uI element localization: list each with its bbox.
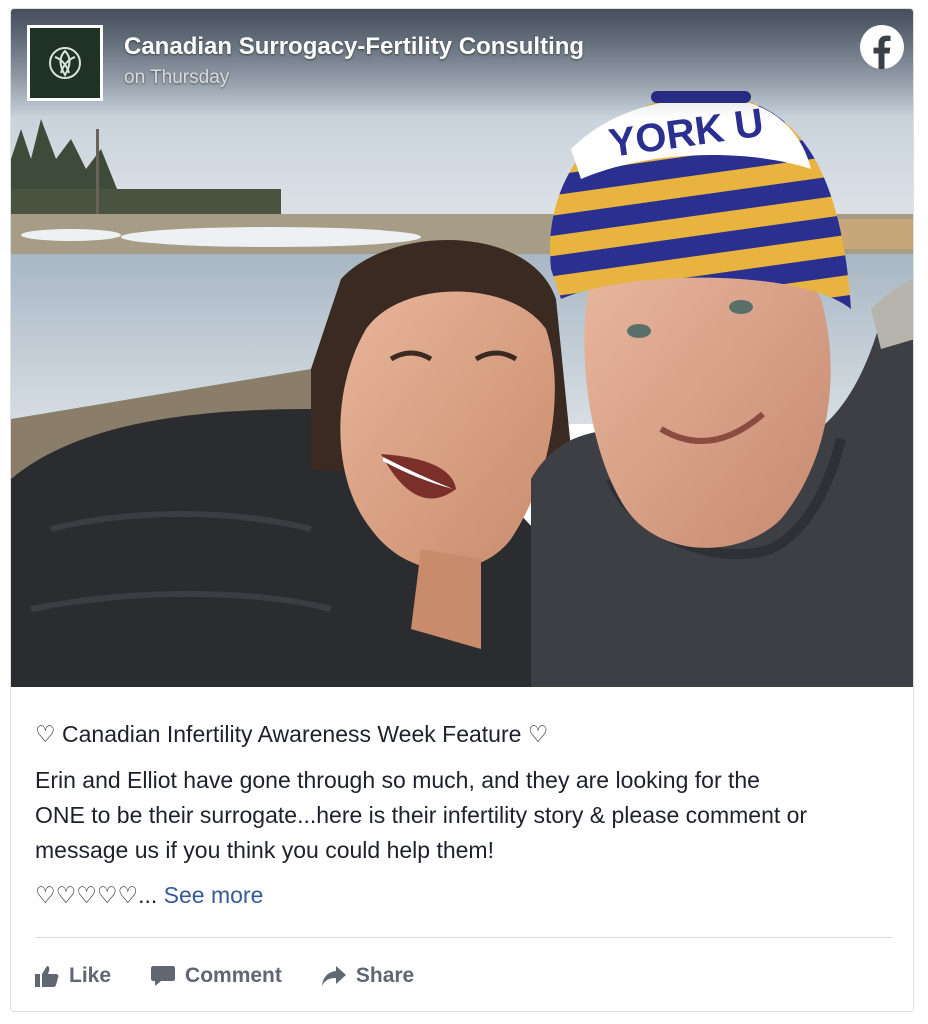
hearts-line: ♡♡♡♡♡... See more [35,878,895,913]
post-timestamp[interactable]: on Thursday [124,67,229,89]
comment-icon [151,966,176,986]
comment-label: Comment [185,964,282,987]
post-title-line: ♡ Canadian Infertility Awareness Week Fe… [35,721,549,747]
share-label: Share [355,964,415,987]
post-body-line-1: Erin and Elliot have gone through so muc… [35,767,760,793]
post-actions-bar: Like Comment Share [35,959,454,993]
share-button[interactable]: Share [321,964,415,988]
facebook-icon[interactable] [860,25,904,69]
facebook-post-card: YORK U Canadian Surrogacy-Fertility Cons… [10,8,914,1012]
page-name[interactable]: Canadian Surrogacy-Fertility Consulting [124,33,584,61]
like-label: Like [69,964,112,987]
post-photo[interactable]: YORK U Canadian Surrogacy-Fertility Cons… [11,9,913,687]
post-body: ♡ Canadian Infertility Awareness Week Fe… [35,717,895,913]
like-button[interactable]: Like [35,964,111,988]
actions-divider [35,937,893,938]
hearts-text: ♡♡♡♡♡... [35,882,158,908]
thumbs-up-icon [35,966,59,987]
leaf-logo-icon [49,47,81,79]
comment-button[interactable]: Comment [151,964,282,988]
post-body-line-3: message us if you think you could help t… [35,837,494,863]
see-more-link[interactable]: See more [164,882,264,908]
page-avatar[interactable] [27,25,103,101]
post-body-line-2: ONE to be their surrogate...here is thei… [35,802,808,828]
share-arrow-icon [321,966,346,986]
header-gradient [11,9,913,119]
